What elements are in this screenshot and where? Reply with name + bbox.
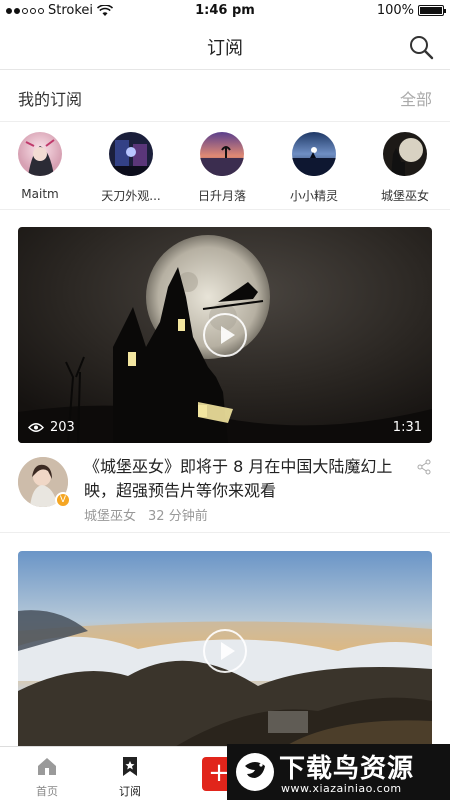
play-button[interactable] [203,629,247,673]
subscription-list: Maitm 天刀外观... 日升月落 小小精灵 城堡巫女 [0,122,450,210]
post-meta: 城堡巫女 32 分钟前 [84,505,208,524]
eye-icon [28,423,44,432]
battery-icon [418,5,446,16]
status-bar: Strokei 1:46 pm 100% [0,0,450,22]
watermark: 下载鸟资源 www.xiazainiao.com [227,744,450,800]
subscription-name: Maitm [21,187,59,201]
subscription-item[interactable]: Maitm [0,132,83,201]
subscription-item[interactable]: 城堡巫女 [362,132,448,204]
verified-badge-icon: V [55,492,71,508]
subscription-item[interactable]: 小小精灵 [271,132,357,204]
subscription-name: 城堡巫女 [380,189,429,203]
watermark-url: www.xiazainiao.com [281,782,402,795]
divider [0,532,450,533]
tab-subscriptions[interactable]: 订阅 [85,747,175,800]
post-title[interactable]: 《城堡巫女》即将于 8 月在中国大陆魔幻上映，超强预告片等你来观看 [84,455,414,503]
my-subscriptions-header: 我的订阅 全部 [0,70,450,122]
view-count-value: 203 [50,420,75,435]
subscription-item[interactable]: 天刀外观... [88,132,174,204]
play-button[interactable] [203,313,247,357]
bird-logo-icon [236,753,274,791]
avatar [200,132,244,176]
nav-bar: 订阅 [0,22,450,70]
avatar [383,132,427,176]
video-thumbnail[interactable]: 203 1:31 [18,227,432,443]
share-icon[interactable] [416,459,432,475]
battery-info: 100% [376,3,446,18]
view-count: 203 [28,420,75,435]
avatar [18,132,62,176]
bookmark-icon [123,757,137,776]
view-all-link[interactable]: 全部 [400,86,432,110]
subscription-name: 天刀外观... [101,189,161,203]
battery-percent: 100% [376,3,414,18]
tab-home[interactable]: 首页 [2,747,92,800]
post-info: V 《城堡巫女》即将于 8 月在中国大陆魔幻上映，超强预告片等你来观看 城堡巫女… [18,455,432,525]
subscription-name: 小小精灵 [289,189,338,203]
subscription-name: 日升月落 [197,189,246,203]
post-time: 32 分钟前 [148,509,208,524]
search-icon[interactable] [408,34,434,60]
video-thumbnail[interactable] [18,551,432,751]
home-icon [38,758,56,775]
tab-label: 订阅 [119,785,141,798]
watermark-name: 下载鸟资源 [279,754,415,784]
video-duration: 1:31 [392,420,422,435]
my-subscriptions-label: 我的订阅 [18,90,83,109]
avatar [292,132,336,176]
subscription-item[interactable]: 日升月落 [179,132,265,204]
tab-label: 首页 [36,785,58,798]
avatar [109,132,153,176]
page-title: 订阅 [207,38,243,59]
post-author[interactable]: 城堡巫女 [84,509,136,524]
